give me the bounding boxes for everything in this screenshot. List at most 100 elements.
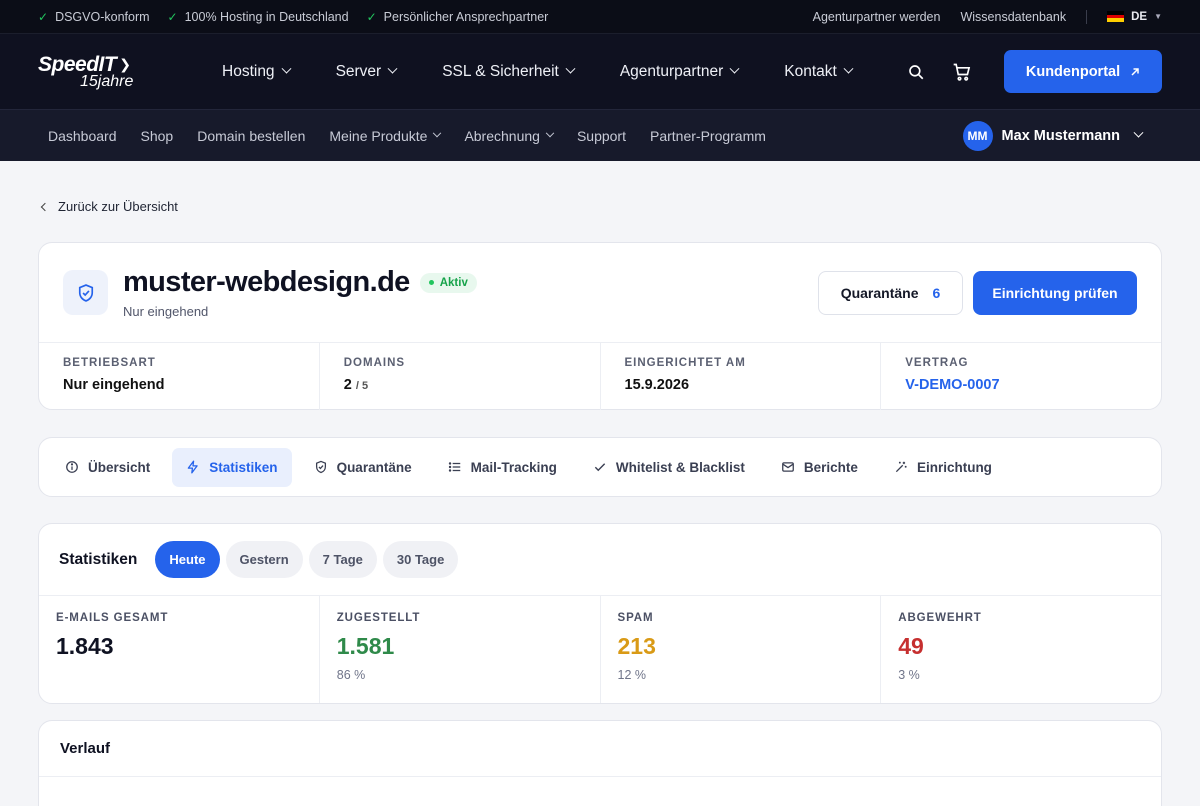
subnav-item-shop[interactable]: Shop: [141, 128, 174, 144]
nav-item-kontakt[interactable]: Kontakt: [784, 62, 854, 81]
range-today-button[interactable]: Heute: [155, 541, 220, 578]
section-title: Statistiken: [59, 550, 138, 568]
check-icon: [594, 463, 606, 472]
stat-blocked: ABGEWEHRT 49 3 %: [881, 596, 1161, 703]
subnav-label: Meine Produkte: [329, 127, 428, 144]
logo-text: SpeedIT: [38, 52, 117, 76]
portal-navigation: Dashboard Shop Domain bestellen Meine Pr…: [0, 110, 1200, 161]
logo-arrow-icon: ❯: [119, 56, 131, 72]
tab-label: Statistiken: [209, 459, 278, 475]
stat-percent: 3 %: [898, 668, 920, 682]
bolt-icon: [187, 460, 199, 474]
feature-item: ✓ Persönlicher Ansprechpartner: [367, 10, 549, 24]
tab-quarantaene[interactable]: Quarantäne: [300, 448, 426, 487]
chevron-down-icon: [729, 63, 740, 74]
feature-label: 100% Hosting in Deutschland: [184, 9, 349, 24]
tab-mail-tracking[interactable]: Mail-Tracking: [434, 448, 571, 487]
stat-percent: 86 %: [336, 668, 366, 682]
contract-link[interactable]: V-DEMO-0007: [905, 377, 1137, 393]
divider: [1086, 9, 1088, 24]
wand-icon: [895, 461, 907, 473]
quarantine-label: Quarantäne: [840, 284, 919, 301]
status-label: Aktiv: [439, 276, 468, 289]
chevron-down-icon: [843, 63, 854, 74]
stat-value: 213: [617, 633, 656, 659]
nav-label: Agenturpartner: [619, 62, 724, 80]
subnav-item-domain-bestellen[interactable]: Domain bestellen: [197, 128, 305, 144]
nav-item-ssl[interactable]: SSL & Sicherheit: [442, 62, 576, 81]
stat-delivered: ZUGESTELLT 1.581 86 %: [320, 596, 601, 703]
domain-meta: BETRIEBSART Nur eingehend DOMAINS 2 / 5 EI…: [39, 343, 1161, 410]
user-menu[interactable]: MM Max Mustermann: [962, 120, 1144, 151]
subnav-item-dashboard[interactable]: Dashboard: [48, 128, 117, 144]
tab-uebersicht[interactable]: Übersicht: [51, 448, 164, 487]
nav-item-agenturpartner[interactable]: Agenturpartner: [619, 62, 740, 81]
domain-subtitle: Nur eingehend: [123, 304, 209, 319]
chevron-down-icon: [565, 63, 576, 74]
setup-date-value: 15.9.2026: [624, 377, 690, 393]
tab-label: Quarantäne: [336, 459, 412, 475]
range-yesterday-button[interactable]: Gestern: [225, 541, 303, 578]
tab-statistiken[interactable]: Statistiken: [172, 447, 292, 487]
chevron-down-icon: [281, 63, 292, 74]
domains-max: / 5: [355, 380, 369, 392]
chevron-down-icon: [433, 128, 442, 137]
nav-label: Hosting: [222, 62, 275, 80]
stat-label: ABGEWEHRT: [898, 612, 982, 624]
meta-label: EINGERICHTET AM: [624, 357, 746, 369]
nav-label: Server: [335, 62, 382, 80]
tab-berichte[interactable]: Berichte: [767, 448, 872, 487]
language-switcher[interactable]: DE ▼: [1107, 11, 1162, 23]
agency-partner-link[interactable]: Agenturpartner werden: [813, 10, 941, 24]
subnav-item-meine-produkte[interactable]: Meine Produkte: [329, 127, 442, 144]
subnav-label: Shop: [140, 127, 174, 144]
logo-anniversary: 15jahre: [80, 72, 134, 90]
chevron-down-icon: [545, 128, 555, 137]
subnav-label: Abrechnung: [464, 127, 540, 144]
feature-item: ✓ DSGVO-konform: [38, 10, 150, 24]
nav-label: SSL & Sicherheit: [442, 62, 559, 80]
feature-list: ✓ DSGVO-konform ✓ 100% Hosting in Deutschl…: [38, 10, 548, 24]
range-7-days-button[interactable]: 7 Tage: [308, 541, 377, 578]
tab-label: Mail-Tracking: [470, 459, 557, 475]
nav-item-server[interactable]: Server: [335, 62, 398, 81]
quarantine-count: 6: [932, 284, 941, 301]
main-content: Zurück zur Übersicht muster-webdesign.de…: [0, 199, 1200, 806]
logo[interactable]: SpeedIT ❯ 15jahre: [38, 54, 158, 90]
shield-icon: [63, 270, 108, 315]
knowledge-base-link[interactable]: Wissensdatenbank: [960, 10, 1066, 24]
search-icon[interactable]: [906, 62, 926, 82]
page-title: muster-webdesign.de: [123, 266, 410, 298]
check-icon: ✓: [167, 9, 178, 24]
tab-label: Berichte: [803, 459, 858, 475]
stat-spam: SPAM 213 12 %: [601, 596, 882, 703]
quarantine-button[interactable]: Quarantäne 6: [818, 270, 963, 315]
info-icon: [66, 461, 78, 473]
customer-portal-label: Kundenportal: [1025, 63, 1121, 80]
cart-icon[interactable]: [952, 62, 972, 82]
status-dot-icon: [428, 280, 434, 285]
tab-label: Übersicht: [88, 459, 151, 475]
list-icon: [448, 462, 460, 472]
back-link[interactable]: Zurück zur Übersicht: [38, 199, 1162, 214]
subnav-item-support[interactable]: Support: [577, 128, 626, 144]
check-icon: ✓: [38, 9, 49, 24]
language-label: DE: [1131, 10, 1148, 23]
stat-percent: 12 %: [617, 668, 647, 682]
feature-label: Persönlicher Ansprechpartner: [383, 9, 549, 24]
feature-label: DSGVO-konform: [55, 9, 150, 24]
subnav-item-abrechnung[interactable]: Abrechnung: [464, 127, 555, 144]
tab-whitelist-blacklist[interactable]: Whitelist & Blacklist: [579, 448, 759, 487]
user-name: Max Mustermann: [1001, 127, 1120, 144]
subnav-item-partner-programm[interactable]: Partner-Programm: [650, 128, 766, 144]
mode-value: Nur eingehend: [63, 377, 165, 393]
nav-label: Kontakt: [784, 62, 837, 80]
nav-item-hosting[interactable]: Hosting: [222, 62, 292, 81]
tab-einrichtung[interactable]: Einrichtung: [880, 448, 1006, 487]
check-setup-button[interactable]: Einrichtung prüfen: [973, 270, 1137, 315]
customer-portal-button[interactable]: Kundenportal: [1004, 50, 1162, 93]
tab-label: Whitelist & Blacklist: [615, 459, 745, 475]
range-30-days-button[interactable]: 30 Tage: [382, 541, 459, 578]
status-badge: Aktiv: [419, 272, 477, 293]
tab-label: Einrichtung: [916, 459, 992, 475]
